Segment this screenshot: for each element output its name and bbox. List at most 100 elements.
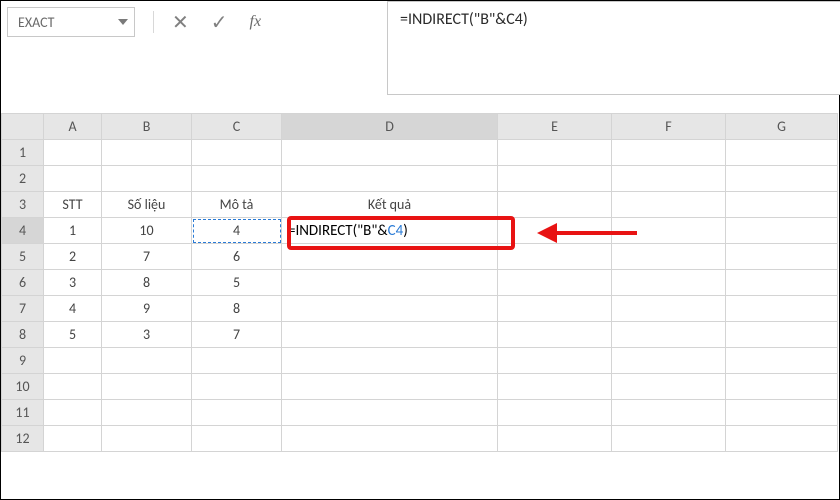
cell-C3[interactable]: Mô tả — [192, 192, 282, 218]
cell-C10[interactable] — [192, 374, 282, 400]
cell-E3[interactable] — [498, 192, 612, 218]
cell-D8[interactable] — [282, 322, 498, 348]
cell-C1[interactable] — [192, 140, 282, 166]
name-box-dropdown-icon[interactable] — [118, 19, 128, 25]
cell-F3[interactable] — [612, 192, 726, 218]
cell-C12[interactable] — [192, 426, 282, 452]
cell-B1[interactable] — [102, 140, 192, 166]
cell-D12[interactable] — [282, 426, 498, 452]
cell-A6[interactable]: 3 — [44, 270, 102, 296]
cell-G11[interactable] — [726, 400, 838, 426]
cell-E1[interactable] — [498, 140, 612, 166]
cell-B4[interactable]: 10 — [102, 218, 192, 244]
column-header-B[interactable]: B — [102, 114, 192, 140]
cell-B8[interactable]: 3 — [102, 322, 192, 348]
cell-B6[interactable]: 8 — [102, 270, 192, 296]
cell-D2[interactable] — [282, 166, 498, 192]
cell-D9[interactable] — [282, 348, 498, 374]
cell-E6[interactable] — [498, 270, 612, 296]
cell-A11[interactable] — [44, 400, 102, 426]
row-header-1[interactable]: 1 — [2, 140, 44, 166]
cell-G4[interactable] — [726, 218, 838, 244]
cell-E12[interactable] — [498, 426, 612, 452]
row-header-10[interactable]: 10 — [2, 374, 44, 400]
cell-A5[interactable]: 2 — [44, 244, 102, 270]
row-header-3[interactable]: 3 — [2, 192, 44, 218]
row-header-2[interactable]: 2 — [2, 166, 44, 192]
column-header-F[interactable]: F — [612, 114, 726, 140]
column-header-E[interactable]: E — [498, 114, 612, 140]
cell-B5[interactable]: 7 — [102, 244, 192, 270]
cell-G7[interactable] — [726, 296, 838, 322]
cell-G6[interactable] — [726, 270, 838, 296]
cell-F5[interactable] — [612, 244, 726, 270]
cell-C4[interactable]: 4 — [192, 218, 282, 244]
column-header-G[interactable]: G — [726, 114, 838, 140]
cell-C11[interactable] — [192, 400, 282, 426]
cell-A12[interactable] — [44, 426, 102, 452]
cell-C2[interactable] — [192, 166, 282, 192]
cell-F8[interactable] — [612, 322, 726, 348]
cell-G1[interactable] — [726, 140, 838, 166]
row-header-4[interactable]: 4 — [2, 218, 44, 244]
cell-C5[interactable]: 6 — [192, 244, 282, 270]
cell-D6[interactable] — [282, 270, 498, 296]
cell-D10[interactable] — [282, 374, 498, 400]
cell-A9[interactable] — [44, 348, 102, 374]
cell-A8[interactable]: 5 — [44, 322, 102, 348]
cell-A7[interactable]: 4 — [44, 296, 102, 322]
row-header-11[interactable]: 11 — [2, 400, 44, 426]
cell-A4[interactable]: 1 — [44, 218, 102, 244]
cell-C6[interactable]: 5 — [192, 270, 282, 296]
cell-F6[interactable] — [612, 270, 726, 296]
cell-F9[interactable] — [612, 348, 726, 374]
cell-C8[interactable]: 7 — [192, 322, 282, 348]
cell-F4[interactable] — [612, 218, 726, 244]
row-header-5[interactable]: 5 — [2, 244, 44, 270]
cell-G3[interactable] — [726, 192, 838, 218]
cell-F7[interactable] — [612, 296, 726, 322]
cell-E10[interactable] — [498, 374, 612, 400]
cell-D5[interactable] — [282, 244, 498, 270]
cell-D11[interactable] — [282, 400, 498, 426]
cell-E7[interactable] — [498, 296, 612, 322]
cell-A2[interactable] — [44, 166, 102, 192]
cell-B2[interactable] — [102, 166, 192, 192]
cell-C7[interactable]: 8 — [192, 296, 282, 322]
cell-B10[interactable] — [102, 374, 192, 400]
cell-F1[interactable] — [612, 140, 726, 166]
cell-C9[interactable] — [192, 348, 282, 374]
cell-G10[interactable] — [726, 374, 838, 400]
row-header-7[interactable]: 7 — [2, 296, 44, 322]
cell-B11[interactable] — [102, 400, 192, 426]
cell-F11[interactable] — [612, 400, 726, 426]
cell-D7[interactable] — [282, 296, 498, 322]
cell-B3[interactable]: Số liệu — [102, 192, 192, 218]
cell-D3[interactable]: Kết quả — [282, 192, 498, 218]
row-header-6[interactable]: 6 — [2, 270, 44, 296]
cell-E8[interactable] — [498, 322, 612, 348]
cell-F10[interactable] — [612, 374, 726, 400]
cell-A10[interactable] — [44, 374, 102, 400]
row-header-12[interactable]: 12 — [2, 426, 44, 452]
cell-B12[interactable] — [102, 426, 192, 452]
enter-formula-icon[interactable]: ✓ — [211, 10, 228, 35]
column-header-D[interactable]: D — [282, 114, 498, 140]
row-header-9[interactable]: 9 — [2, 348, 44, 374]
cell-F2[interactable] — [612, 166, 726, 192]
cell-D4[interactable]: =INDIRECT("B"&C4) — [282, 218, 498, 244]
cell-A3[interactable]: STT — [44, 192, 102, 218]
cell-A1[interactable] — [44, 140, 102, 166]
spreadsheet-grid[interactable]: A B C D E F G 1 2 3 STT Số liệu Mô tả Kế… — [1, 113, 840, 452]
cell-G5[interactable] — [726, 244, 838, 270]
row-header-8[interactable]: 8 — [2, 322, 44, 348]
cell-B7[interactable]: 9 — [102, 296, 192, 322]
name-box[interactable]: EXACT — [7, 7, 135, 37]
cell-E4[interactable] — [498, 218, 612, 244]
cell-E11[interactable] — [498, 400, 612, 426]
column-header-C[interactable]: C — [192, 114, 282, 140]
cell-E9[interactable] — [498, 348, 612, 374]
cell-G2[interactable] — [726, 166, 838, 192]
cell-F12[interactable] — [612, 426, 726, 452]
cell-D1[interactable] — [282, 140, 498, 166]
